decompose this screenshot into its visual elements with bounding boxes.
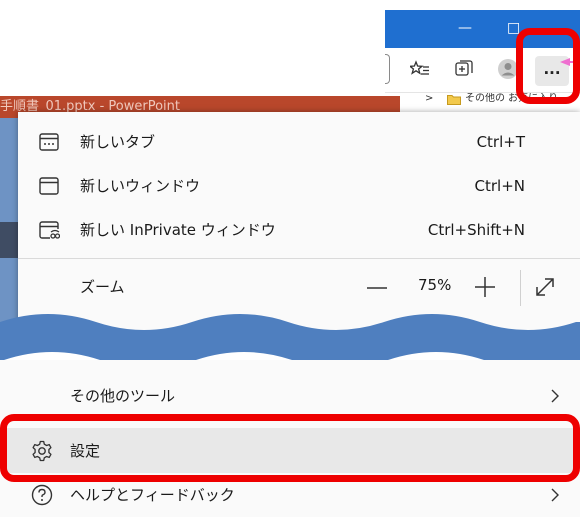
menu-divider: [18, 258, 580, 259]
help-chevron-icon: [551, 488, 559, 502]
minimize-button[interactable]: —: [458, 20, 472, 36]
zoom-out-icon[interactable]: [366, 277, 388, 299]
new-window-icon: [39, 177, 59, 195]
menu-item-shortcut: Ctrl+T: [476, 133, 525, 151]
zoom-label: ズーム: [80, 278, 125, 296]
zoom-separator: [520, 270, 521, 306]
favorites-star-icon[interactable]: [410, 58, 432, 80]
zoom-value: 75%: [418, 276, 452, 294]
menu-item-shortcut: Ctrl+Shift+N: [427, 221, 525, 239]
zoom-in-icon[interactable]: [473, 275, 497, 299]
menu-item-label: 新しい InPrivate ウィンドウ: [80, 221, 276, 239]
menu-item-new-tab[interactable]: 新しいタブ Ctrl+T: [18, 120, 580, 164]
menu-item-shortcut: Ctrl+N: [474, 177, 525, 195]
menu-item-new-window[interactable]: 新しいウィンドウ Ctrl+N: [18, 164, 580, 208]
address-bar-edge[interactable]: [385, 54, 390, 84]
new-tab-icon: [39, 133, 59, 151]
menu-item-more-tools[interactable]: その他のツール: [70, 387, 175, 405]
highlight-more-button: [516, 28, 580, 104]
folder-icon: [447, 95, 461, 105]
menu-item-new-inprivate-window[interactable]: 新しい InPrivate ウィンドウ Ctrl+Shift+N: [18, 208, 580, 252]
highlight-settings: [0, 414, 580, 482]
more-tools-chevron-icon: [551, 389, 559, 403]
fullscreen-icon[interactable]: [533, 275, 557, 299]
favorites-chevron[interactable]: >: [425, 93, 433, 105]
menu-item-label: 新しいタブ: [80, 133, 156, 151]
menu-item-help-feedback[interactable]: ヘルプとフィードバック: [70, 486, 235, 504]
help-icon: [31, 484, 53, 506]
background-app-edge-dark: [0, 222, 18, 258]
menu-item-label: 新しいウィンドウ: [80, 177, 201, 195]
settings-menu: 新しいタブ Ctrl+T 新しいウィンドウ Ctrl+N 新しい InPriva…: [18, 112, 580, 334]
collections-icon[interactable]: [453, 58, 475, 80]
inprivate-icon: [39, 221, 60, 239]
